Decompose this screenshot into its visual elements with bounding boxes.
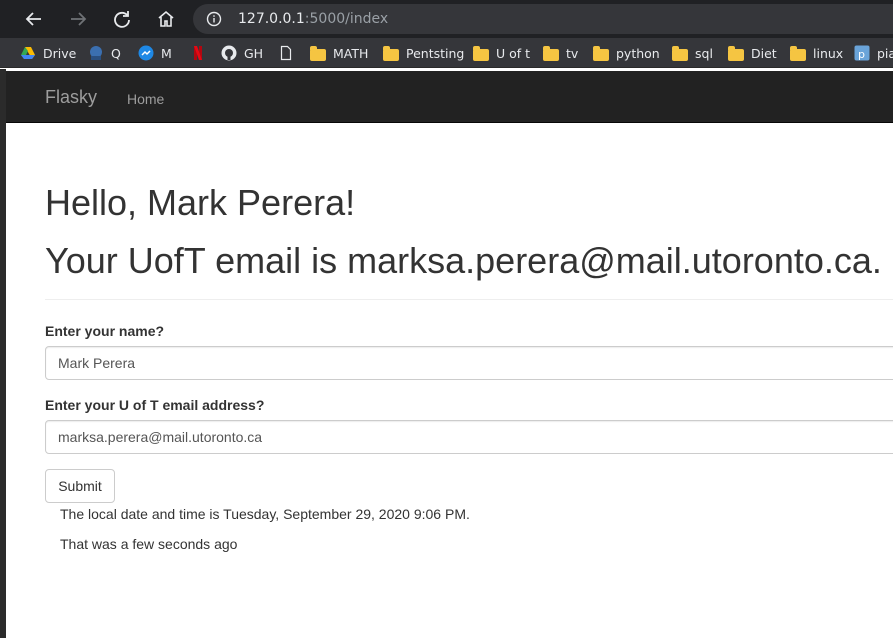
bookmark-drive[interactable]: Drive (20, 43, 76, 63)
url-path: :5000/index (304, 11, 389, 27)
bookmark-sql[interactable]: sql (672, 43, 713, 63)
bookmark-diet[interactable]: Diet (728, 43, 777, 63)
email-heading: Your UofT email is marksa.perera@mail.ut… (45, 240, 882, 281)
google-drive-icon (21, 47, 35, 59)
bookmark-label: U of t (496, 45, 531, 61)
folder-icon (383, 45, 399, 61)
home-button[interactable] (151, 4, 181, 34)
arrow-left-icon (25, 12, 41, 26)
bookmark-label: linux (813, 45, 844, 61)
site-navbar: Flasky Home (6, 71, 893, 123)
email-label: Enter your U of T email address? (45, 397, 265, 413)
page-viewport: Flasky Home Hello, Mark Perera! Your Uof… (0, 69, 893, 638)
browser-toolbar: 127.0.0.1:5000/index (0, 0, 893, 38)
bookmark-netflix[interactable] (190, 43, 213, 63)
bookmark-python[interactable]: python (593, 43, 660, 63)
name-input[interactable] (45, 346, 893, 380)
arrow-right-icon (71, 12, 87, 26)
submit-button[interactable]: Submit (45, 469, 115, 503)
github-icon (221, 45, 237, 61)
folder-icon (593, 45, 609, 61)
folder-icon (672, 45, 688, 61)
bookmark-page[interactable] (278, 43, 301, 63)
relative-time-text: That was a few seconds ago (60, 536, 238, 552)
svg-text:p: p (858, 48, 865, 61)
bookmark-label: Q (111, 45, 121, 61)
folder-icon (790, 45, 806, 61)
q-icon (90, 46, 102, 60)
bookmarks-bar: Drive Q M GH MATH Pentsting U of t tv py… (0, 38, 893, 68)
bookmark-label: M (161, 45, 172, 61)
bookmark-github[interactable]: GH (221, 43, 263, 63)
local-time-text: The local date and time is Tuesday, Sept… (60, 506, 470, 522)
back-button[interactable] (19, 4, 49, 34)
bookmark-label: Drive (43, 45, 77, 61)
bookmark-label: python (616, 45, 660, 61)
nav-home-link[interactable]: Home (127, 91, 164, 107)
bookmark-label: MATH (333, 45, 369, 61)
bookmark-linux[interactable]: linux (790, 43, 843, 63)
folder-icon (310, 45, 326, 61)
reload-icon (114, 11, 130, 28)
page-icon (280, 45, 292, 61)
folder-icon (473, 45, 489, 61)
greeting-heading: Hello, Mark Perera! (45, 182, 356, 223)
name-label: Enter your name? (45, 323, 165, 339)
url-text: 127.0.0.1:5000/index (238, 10, 388, 28)
bookmark-pia[interactable]: p pia (854, 43, 893, 63)
bookmark-label: sql (695, 45, 713, 61)
messenger-icon (138, 45, 154, 61)
folder-icon (543, 45, 559, 61)
navbar-brand[interactable]: Flasky (45, 87, 97, 108)
url-host: 127.0.0.1 (238, 11, 305, 27)
bookmark-label: Diet (751, 45, 777, 61)
bookmark-math[interactable]: MATH (310, 43, 368, 63)
bookmark-label: Pentsting (406, 45, 465, 61)
reload-button[interactable] (107, 4, 137, 34)
email-input[interactable] (45, 420, 893, 454)
pia-icon: p (854, 45, 870, 61)
bookmark-uoft[interactable]: U of t (473, 43, 530, 63)
address-bar[interactable]: 127.0.0.1:5000/index (193, 4, 893, 34)
home-icon (158, 10, 174, 27)
netflix-icon (194, 46, 202, 60)
bookmark-label: GH (244, 45, 264, 61)
folder-icon (728, 45, 744, 61)
bookmark-q[interactable]: Q (88, 43, 121, 63)
info-icon[interactable] (206, 11, 222, 27)
forward-button[interactable] (63, 4, 93, 34)
bookmark-messenger[interactable]: M (138, 43, 172, 63)
divider (45, 299, 893, 300)
bookmark-tv[interactable]: tv (543, 43, 578, 63)
bookmark-label: tv (566, 45, 579, 61)
bookmark-label: pia (877, 45, 893, 61)
bookmark-pentsting[interactable]: Pentsting (383, 43, 464, 63)
